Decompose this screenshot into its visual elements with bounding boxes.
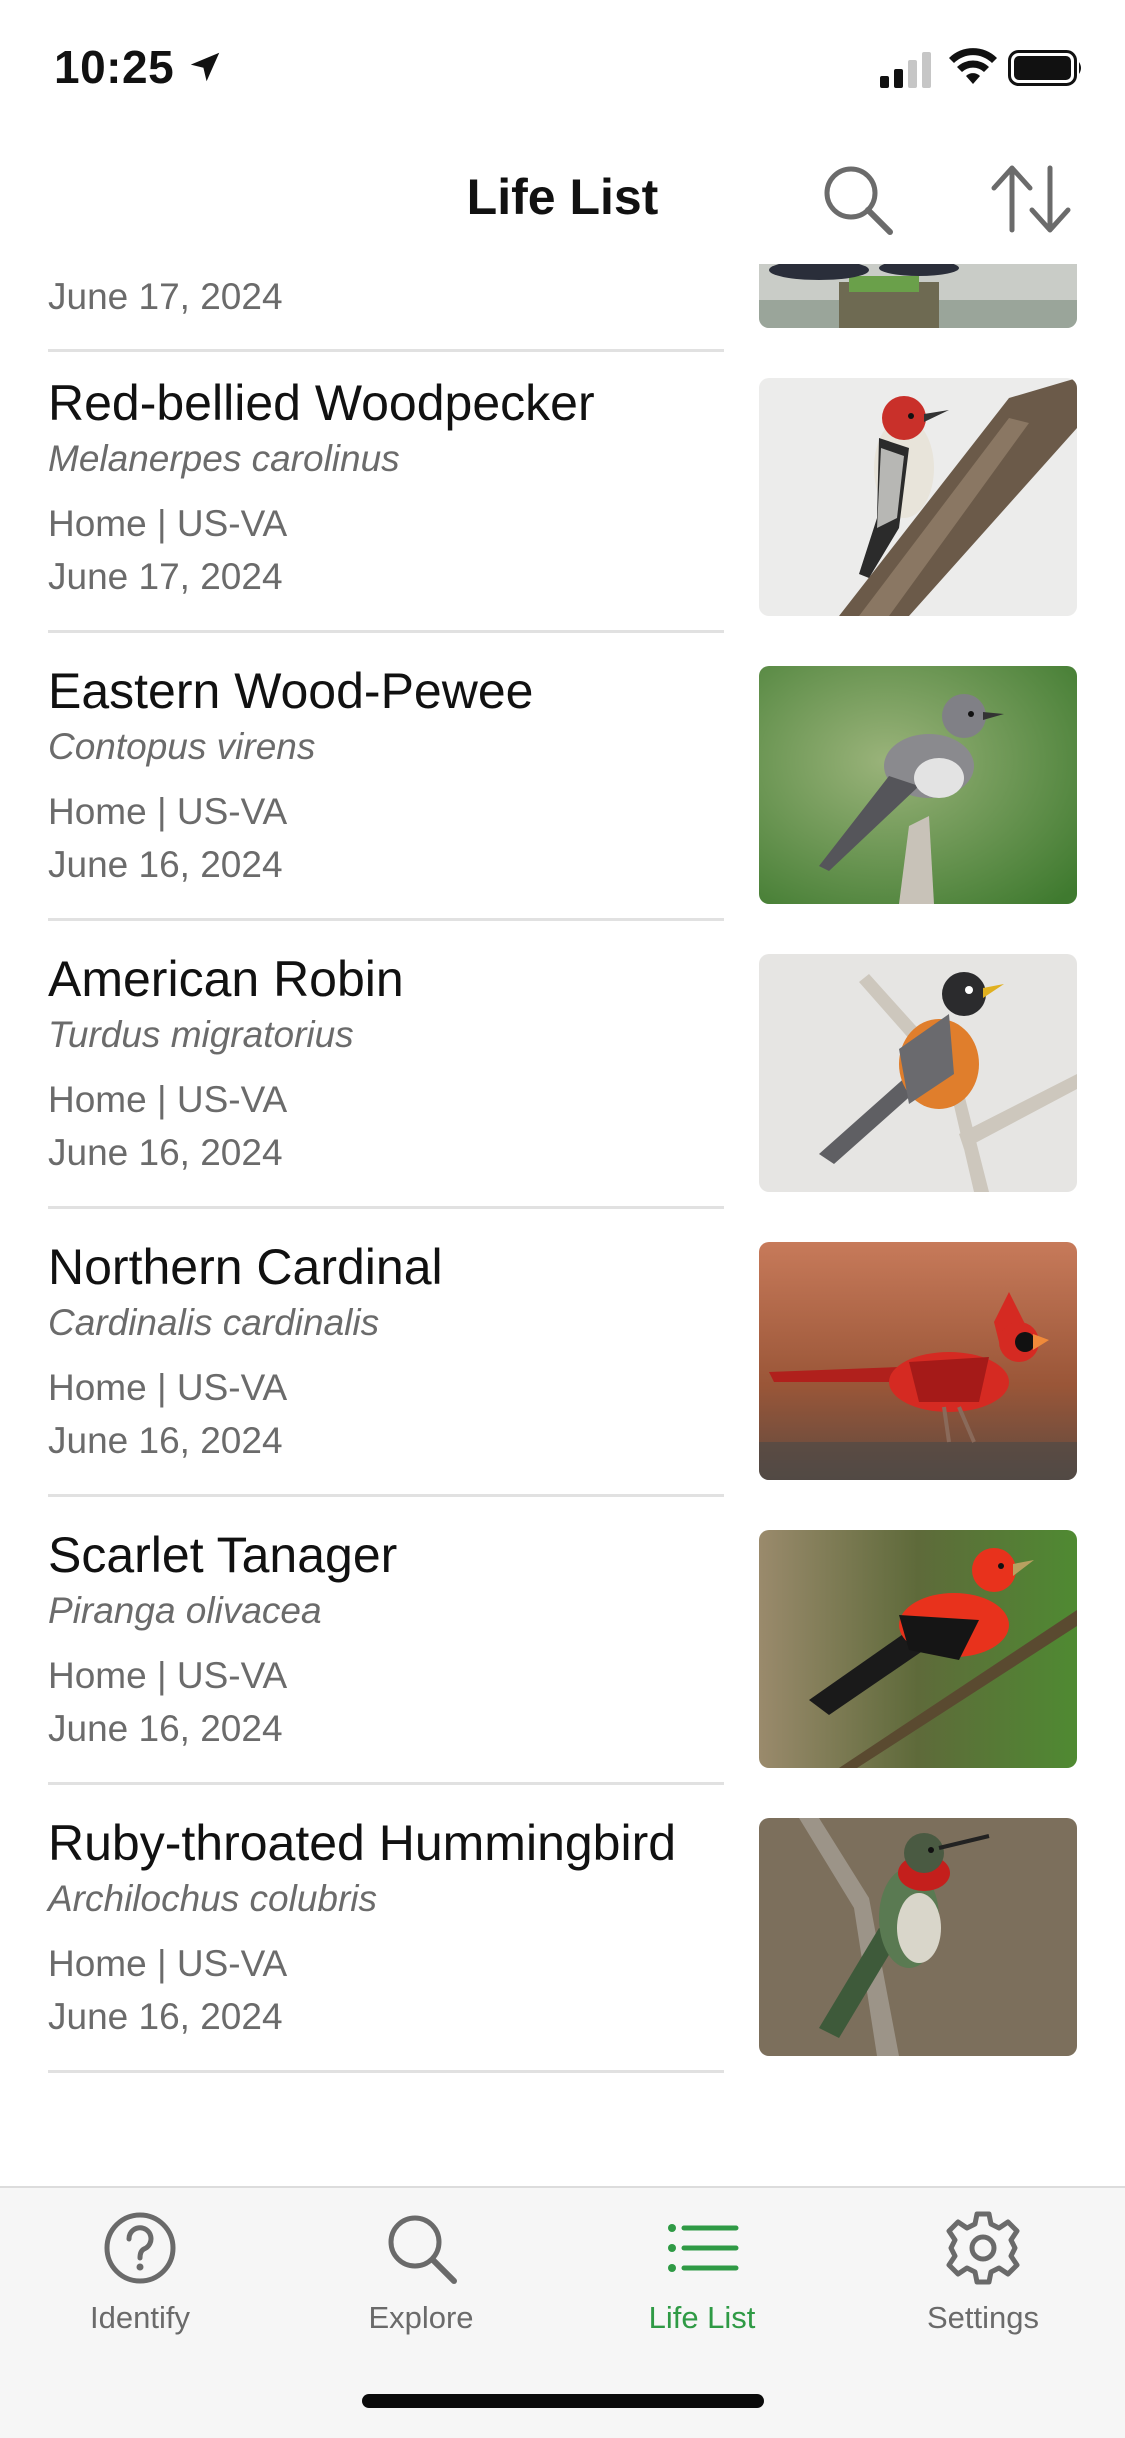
scientific-name: Contopus virens (48, 726, 316, 767)
list-item-partial[interactable]: June 17, 2024 (0, 264, 1125, 354)
list-item[interactable]: American Robin Turdus migratorius Home |… (0, 950, 1125, 1238)
sighting-date: June 16, 2024 (48, 1996, 283, 2037)
scientific-name: Archilochus colubris (48, 1878, 378, 1919)
wifi-icon (949, 48, 997, 84)
divider (48, 1782, 724, 1785)
bird-photo (759, 1242, 1077, 1480)
sighting-date: June 17, 2024 (48, 276, 283, 317)
scientific-name: Piranga olivacea (48, 1590, 322, 1631)
navigation-header: Life List (0, 140, 1125, 260)
scientific-name: Cardinalis cardinalis (48, 1302, 380, 1343)
divider (48, 1494, 724, 1497)
divider (48, 918, 724, 921)
bird-photo (759, 1530, 1077, 1768)
common-name: Red-bellied Woodpecker (48, 375, 595, 431)
bird-photo (759, 666, 1077, 904)
list-item[interactable]: Eastern Wood-Pewee Contopus virens Home … (0, 662, 1125, 950)
divider (48, 2070, 724, 2073)
status-time: 10:25 (54, 41, 175, 93)
common-name: Northern Cardinal (48, 1239, 443, 1295)
tab-bar: Identify Explore Life List Settings (0, 2186, 1125, 2438)
scientific-name: Turdus migratorius (48, 1014, 354, 1055)
divider (48, 1206, 724, 1209)
sighting-date: June 16, 2024 (48, 1420, 283, 1461)
bird-photo (759, 378, 1077, 616)
battery-icon (1008, 50, 1081, 86)
life-list[interactable]: June 17, 2024 Red-bellied Woodpecker Mel… (0, 264, 1125, 2184)
tab-identify[interactable]: Identify (40, 2208, 240, 2348)
sighting-location: Home | US-VA (48, 791, 288, 832)
list-item[interactable]: Red-bellied Woodpecker Melanerpes caroli… (0, 374, 1125, 662)
page-title: Life List (466, 169, 659, 225)
list-item[interactable]: Scarlet Tanager Piranga olivacea Home | … (0, 1526, 1125, 1814)
bird-photo (759, 264, 1077, 328)
sighting-location: Home | US-VA (48, 1943, 288, 1984)
search-icon[interactable] (820, 162, 894, 236)
sighting-date: June 16, 2024 (48, 844, 283, 885)
common-name: American Robin (48, 951, 404, 1007)
list-item[interactable]: Ruby-throated Hummingbird Archilochus co… (0, 1814, 1125, 2102)
list-item[interactable]: Northern Cardinal Cardinalis cardinalis … (0, 1238, 1125, 1526)
gear-icon (946, 2211, 1020, 2285)
tab-life-list[interactable]: Life List (602, 2208, 802, 2348)
list-icon (668, 2224, 739, 2272)
divider (48, 630, 724, 633)
tab-settings[interactable]: Settings (883, 2208, 1083, 2348)
status-bar: 10:25 (0, 0, 1125, 132)
sighting-date: June 17, 2024 (48, 556, 283, 597)
sort-icon[interactable] (990, 162, 1072, 236)
question-circle-icon (104, 2212, 176, 2284)
common-name: Ruby-throated Hummingbird (48, 1815, 677, 1871)
common-name: Scarlet Tanager (48, 1527, 398, 1583)
home-indicator (362, 2394, 764, 2408)
divider (48, 349, 724, 352)
scientific-name: Melanerpes carolinus (48, 438, 400, 479)
tab-label: Identify (90, 2300, 190, 2335)
common-name: Eastern Wood-Pewee (48, 663, 534, 719)
sighting-location: Home | US-VA (48, 1655, 288, 1696)
tab-label: Explore (368, 2300, 474, 2335)
cellular-signal-icon (880, 52, 931, 88)
tab-explore[interactable]: Explore (321, 2208, 521, 2348)
bird-photo (759, 1818, 1077, 2056)
tab-label: Life List (648, 2300, 756, 2335)
tab-label: Settings (926, 2300, 1039, 2335)
search-icon (388, 2215, 457, 2284)
sighting-date: June 16, 2024 (48, 1708, 283, 1749)
sighting-location: Home | US-VA (48, 1079, 288, 1120)
sighting-date: June 16, 2024 (48, 1132, 283, 1173)
bird-photo (759, 954, 1077, 1192)
sighting-location: Home | US-VA (48, 503, 288, 544)
location-arrow-icon (190, 52, 220, 82)
sighting-location: Home | US-VA (48, 1367, 288, 1408)
